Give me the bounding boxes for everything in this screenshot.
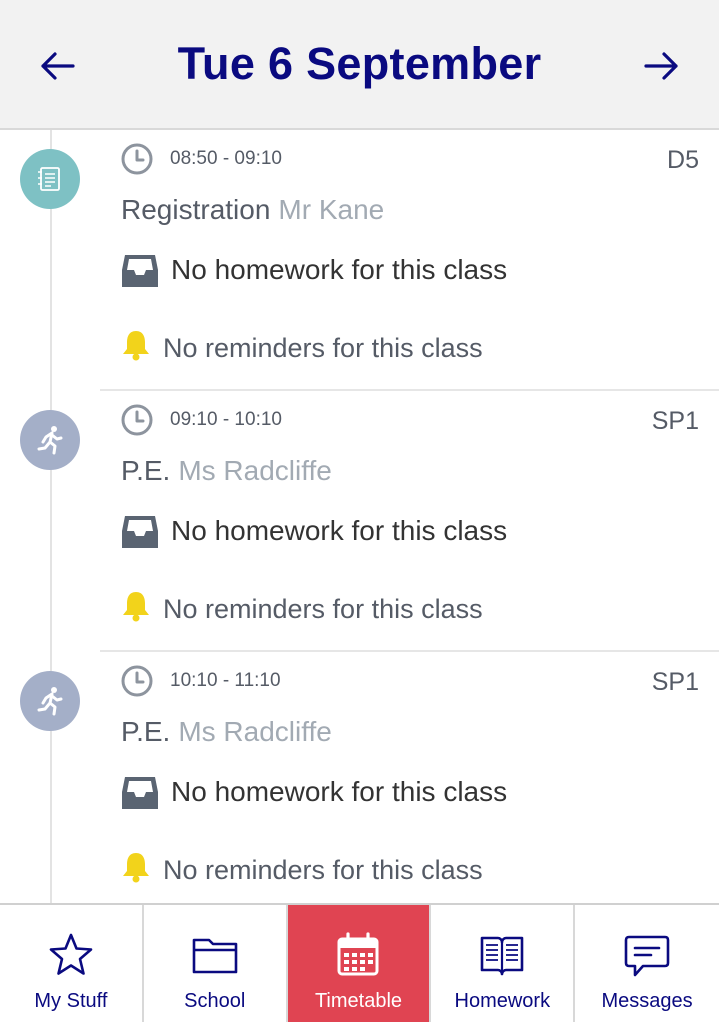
- lesson-subject-line: P.E. Ms Radcliffe: [121, 716, 332, 748]
- header: Tue 6 September: [0, 0, 719, 130]
- lesson-room: SP1: [651, 407, 699, 435]
- lesson-subject-line: Registration Mr Kane: [121, 194, 384, 226]
- tab-messages[interactable]: Messages: [575, 905, 719, 1022]
- book-icon: [480, 936, 524, 976]
- lesson-subject: P.E.: [121, 716, 171, 747]
- register-icon: [20, 149, 80, 209]
- homework-status: No homework for this class: [171, 776, 508, 807]
- lesson-room: SP1: [651, 668, 699, 696]
- clock-icon: [121, 143, 153, 175]
- lesson-time: 10:10 - 11:10: [170, 670, 281, 691]
- next-day-button[interactable]: [634, 38, 690, 94]
- bottom-tab-bar: My Stuff School Timetable Homework Messa…: [0, 903, 719, 1022]
- lesson-teacher: Ms Radcliffe: [178, 455, 332, 486]
- timetable-list[interactable]: 08:50 - 09:10 D5 Registration Mr Kane No …: [0, 130, 719, 903]
- bell-icon: [123, 592, 149, 622]
- lesson-subject: Registration: [121, 194, 271, 225]
- lesson-card[interactable]: 09:10 - 10:10 SP1 P.E. Ms Radcliffe No ho…: [0, 391, 719, 652]
- inbox-icon: [122, 777, 158, 809]
- tab-homework[interactable]: Homework: [431, 905, 576, 1022]
- bell-icon: [123, 853, 149, 883]
- lesson-room: D5: [667, 146, 699, 174]
- arrow-left-icon: [41, 52, 75, 80]
- tab-timetable[interactable]: Timetable: [287, 905, 432, 1022]
- tab-label: Homework: [454, 990, 551, 1012]
- lesson-subject: P.E.: [121, 455, 171, 486]
- lesson-teacher: Ms Radcliffe: [178, 716, 332, 747]
- tab-school[interactable]: School: [144, 905, 288, 1022]
- homework-status: No homework for this class: [171, 254, 508, 285]
- tab-label: My Stuff: [34, 990, 108, 1012]
- inbox-icon: [122, 255, 158, 287]
- calendar-icon: [337, 932, 379, 976]
- lesson-card[interactable]: 08:50 - 09:10 D5 Registration Mr Kane No …: [0, 130, 719, 391]
- star-icon: [49, 933, 93, 975]
- folder-icon: [192, 938, 237, 974]
- reminders-status: No reminders for this class: [163, 333, 483, 363]
- reminders-status: No reminders for this class: [163, 855, 483, 885]
- running-person-icon: [20, 410, 80, 470]
- lesson-time: 09:10 - 10:10: [170, 409, 282, 430]
- bell-icon: [123, 331, 149, 361]
- lesson-card[interactable]: 10:10 - 11:10 SP1 P.E. Ms Radcliffe No ho…: [0, 652, 719, 903]
- inbox-icon: [122, 516, 158, 548]
- previous-day-button[interactable]: [29, 38, 85, 94]
- lesson-teacher: Mr Kane: [278, 194, 385, 225]
- clock-icon: [121, 404, 153, 436]
- tab-label: School: [184, 990, 246, 1012]
- page-title: Tue 6 September: [177, 38, 542, 89]
- clock-icon: [121, 665, 153, 697]
- tab-label: Timetable: [314, 990, 403, 1012]
- lesson-subject-line: P.E. Ms Radcliffe: [121, 455, 332, 487]
- tab-label: Messages: [601, 990, 693, 1012]
- tab-my-stuff[interactable]: My Stuff: [0, 905, 144, 1022]
- homework-status: No homework for this class: [171, 515, 508, 546]
- reminders-status: No reminders for this class: [163, 594, 483, 624]
- message-icon: [624, 935, 670, 977]
- arrow-right-icon: [644, 52, 678, 80]
- lesson-time: 08:50 - 09:10: [170, 148, 282, 169]
- running-person-icon: [20, 671, 80, 731]
